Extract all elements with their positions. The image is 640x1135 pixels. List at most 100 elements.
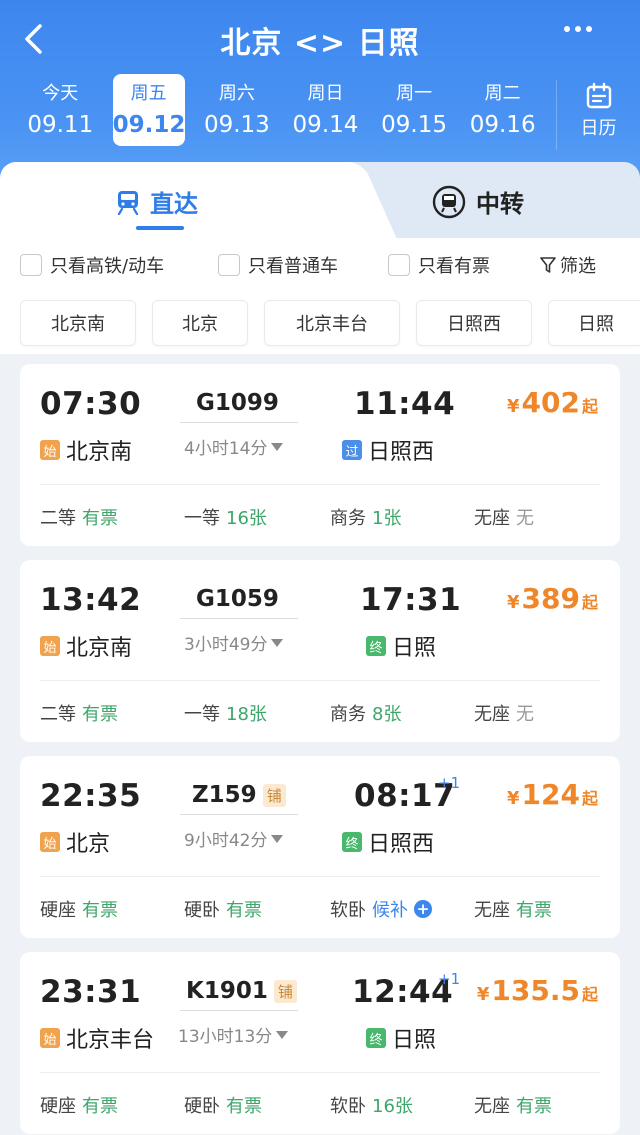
seat-class[interactable]: 软卧 候补 + xyxy=(330,896,432,922)
seat-class: 二等 有票 xyxy=(40,700,118,726)
duration-label: 3小时49分 xyxy=(184,635,268,655)
date-value: 09.15 xyxy=(381,112,447,138)
dropdown-triangle-icon xyxy=(271,638,284,647)
station-chip[interactable]: 日照 xyxy=(548,300,640,346)
end-tag: 终 xyxy=(366,636,386,656)
seat-class: 一等 16张 xyxy=(184,504,267,530)
tab-transfer[interactable]: 中转 xyxy=(432,184,524,219)
train-number-label: G1059 xyxy=(196,586,279,612)
duration[interactable]: 4小时14分 xyxy=(184,434,284,459)
checkbox[interactable] xyxy=(388,254,410,276)
arrival-station: 终 日照 xyxy=(366,630,436,662)
seat-status: 无 xyxy=(516,508,534,529)
filter-regular[interactable]: 只看普通车 xyxy=(218,252,338,278)
add-waitlist-icon[interactable]: + xyxy=(414,900,432,918)
divider xyxy=(40,484,600,485)
train-number: Z159 铺 xyxy=(192,782,286,808)
seat-name: 硬座 xyxy=(40,1096,76,1117)
seat-name: 硬卧 xyxy=(184,900,220,921)
seat-status: 候补 xyxy=(372,900,408,921)
train-card[interactable]: 22:35 Z159 铺 9小时42分 08:17 +1 始 北京 终 日照西 … xyxy=(20,756,620,938)
calendar-button[interactable]: 日历 xyxy=(556,80,640,150)
seat-name: 硬座 xyxy=(40,900,76,921)
seat-class: 无座 有票 xyxy=(474,896,552,922)
end-tag: 终 xyxy=(366,1028,386,1048)
station-chip[interactable]: 北京 xyxy=(152,300,248,346)
seat-name: 商务 xyxy=(330,704,366,725)
arrival-time: 11:44 xyxy=(354,386,456,422)
price-suffix: 起 xyxy=(581,985,598,1004)
seat-status: 有票 xyxy=(82,900,118,921)
start-tag: 始 xyxy=(40,636,60,656)
date-weekday: 周日 xyxy=(307,83,344,104)
date-item[interactable]: 周日 09.14 xyxy=(281,74,370,146)
train-card[interactable]: 13:42 G1059 3小时49分 17:31 始 北京南 终 日照 ¥ 38… xyxy=(20,560,620,742)
checkbox[interactable] xyxy=(218,254,240,276)
price: ¥ 389 起 xyxy=(507,582,598,615)
dropdown-triangle-icon xyxy=(271,442,284,451)
station-name: 北京南 xyxy=(66,440,133,465)
seat-status: 有票 xyxy=(226,900,262,921)
date-value: 09.14 xyxy=(292,112,359,138)
start-tag: 始 xyxy=(40,440,60,460)
seat-name: 无座 xyxy=(474,1096,510,1117)
date-weekday: 今天 xyxy=(42,83,79,104)
arrival-station: 终 日照西 xyxy=(342,826,434,858)
start-tag: 始 xyxy=(40,832,60,852)
tab-direct[interactable]: 直达 xyxy=(116,184,198,219)
seat-status: 有票 xyxy=(82,704,118,725)
station-chip[interactable]: 北京丰台 xyxy=(264,300,400,346)
train-card[interactable]: 07:30 G1099 4小时14分 11:44 始 北京南 过 日照西 ¥ 4… xyxy=(20,364,620,546)
more-icon[interactable] xyxy=(564,26,592,32)
seat-name: 无座 xyxy=(474,900,510,921)
station-chips: 北京南 北京 北京丰台 日照西 日照 xyxy=(0,294,640,354)
next-day-marker: +1 xyxy=(438,774,461,792)
seat-class: 硬卧 有票 xyxy=(184,1092,262,1118)
seat-row: 硬座 有票 硬卧 有票 软卧 16张 无座 有票 xyxy=(40,1092,600,1118)
price-amount: 389 xyxy=(521,582,580,615)
filter-available[interactable]: 只看有票 xyxy=(388,252,490,278)
seat-class: 商务 8张 xyxy=(330,700,401,726)
date-item[interactable]: 周六 09.13 xyxy=(193,74,282,146)
filter-button[interactable]: 筛选 xyxy=(540,252,596,278)
departure-time: 13:42 xyxy=(40,582,142,618)
price: ¥ 135.5 起 xyxy=(477,974,598,1007)
price-suffix: 起 xyxy=(581,397,598,416)
date-item[interactable]: 周二 09.16 xyxy=(458,74,547,146)
date-weekday: 周五 xyxy=(130,83,167,104)
departure-station: 始 北京 xyxy=(40,826,110,858)
station-chip[interactable]: 日照西 xyxy=(416,300,532,346)
date-item[interactable]: 周一 09.15 xyxy=(370,74,459,146)
duration[interactable]: 13小时13分 xyxy=(178,1022,289,1047)
train-number: G1059 xyxy=(196,586,279,612)
calendar-icon xyxy=(586,82,611,109)
departure-time: 22:35 xyxy=(40,778,142,814)
filter-label: 筛选 xyxy=(560,256,596,277)
filter-label: 只看高铁/动车 xyxy=(50,256,165,277)
checkbox[interactable] xyxy=(20,254,42,276)
seat-name: 二等 xyxy=(40,508,76,529)
filter-high-speed[interactable]: 只看高铁/动车 xyxy=(20,252,164,278)
seat-name: 一等 xyxy=(184,704,220,725)
dropdown-triangle-icon xyxy=(276,1030,289,1039)
seat-status: 有票 xyxy=(516,900,552,921)
date-item[interactable]: 今天 09.11 xyxy=(16,74,105,146)
seat-status: 有票 xyxy=(226,1096,262,1117)
duration[interactable]: 3小时49分 xyxy=(184,630,284,655)
train-number-label: G1099 xyxy=(196,390,279,416)
sleeper-badge: 铺 xyxy=(273,979,297,1003)
tab-direct-label: 直达 xyxy=(150,190,198,218)
station-chip[interactable]: 北京南 xyxy=(20,300,136,346)
train-card[interactable]: 23:31 K1901 铺 13小时13分 12:44 +1 始 北京丰台 终 … xyxy=(20,952,620,1134)
date-value: 09.13 xyxy=(203,112,270,138)
train-number: K1901 铺 xyxy=(186,978,297,1004)
duration[interactable]: 9小时42分 xyxy=(184,826,284,851)
seat-name: 无座 xyxy=(474,508,510,529)
seat-class: 硬卧 有票 xyxy=(184,896,262,922)
date-item-selected[interactable]: 周五 09.12 xyxy=(112,74,185,146)
train-number: G1099 xyxy=(196,390,279,416)
seat-status: 16张 xyxy=(226,508,267,529)
duration-label: 9小时42分 xyxy=(184,831,268,851)
seat-status: 有票 xyxy=(82,1096,118,1117)
date-value: 09.16 xyxy=(469,112,536,138)
